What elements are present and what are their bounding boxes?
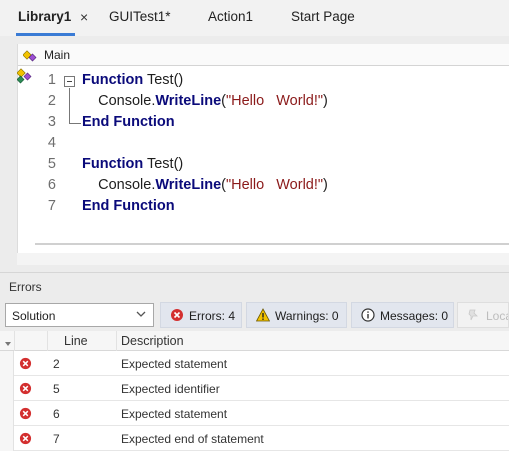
- document-tab-bar: Library1 × GUITest1* Action1 Start Page: [0, 0, 509, 36]
- horizontal-scrollbar[interactable]: [35, 243, 509, 245]
- code-text: Test(): [143, 72, 184, 88]
- code-line[interactable]: Console.WriteLine("Hello World!"): [82, 175, 328, 196]
- info-circle-icon: [361, 308, 375, 322]
- scope-selector[interactable]: Main: [18, 44, 509, 66]
- line-number: 4: [47, 135, 56, 151]
- scope-label: Main: [44, 48, 71, 62]
- errors-table-header: Line Description: [0, 331, 509, 351]
- fold-guide-end: [69, 123, 81, 124]
- cell-description: Expected end of statement: [121, 432, 264, 446]
- code-keyword: Function: [82, 156, 144, 172]
- line-number: 7: [47, 198, 56, 214]
- errors-filter-label: Errors: 4: [189, 309, 236, 323]
- function-scope-icon: [23, 50, 37, 62]
- messages-filter-button[interactable]: Messages: 0: [351, 302, 454, 328]
- line-number: 5: [47, 156, 56, 172]
- errors-table: Line Description 2 Expected statement 5 Exp…: [0, 331, 509, 451]
- error-circle-icon: [19, 382, 32, 395]
- panel-title: Errors: [9, 280, 42, 294]
- error-circle-icon: [19, 407, 32, 420]
- line-number: 6: [47, 177, 56, 193]
- error-circle-icon: [19, 432, 32, 445]
- row-selector[interactable]: [0, 426, 14, 451]
- line-number: 1: [47, 72, 56, 88]
- code-keyword: Function: [82, 72, 144, 88]
- code-keyword: End Function: [82, 198, 175, 214]
- cell-line: 5: [53, 382, 60, 396]
- table-row[interactable]: 2 Expected statement: [0, 351, 509, 376]
- warnings-filter-label: Warnings: 0: [275, 309, 339, 323]
- table-row[interactable]: 5 Expected identifier: [0, 376, 509, 401]
- code-text: Console.: [82, 177, 156, 193]
- error-circle-icon: [19, 357, 32, 370]
- warning-triangle-icon: [256, 308, 270, 322]
- pin-icon: [468, 309, 478, 321]
- row-selector[interactable]: [0, 401, 14, 426]
- code-string: "Hello World!": [225, 93, 324, 109]
- cell-description: Expected statement: [121, 357, 228, 371]
- cell-description: Expected identifier: [121, 382, 220, 396]
- errors-panel-header: Errors: [0, 272, 509, 298]
- fold-guide: [69, 88, 70, 123]
- sort-indicator-icon: [5, 342, 11, 346]
- error-circle-icon: [171, 309, 183, 321]
- messages-filter-label: Messages: 0: [380, 309, 449, 323]
- code-line[interactable]: Function Test(): [82, 154, 183, 175]
- code-text: Console.: [82, 93, 156, 109]
- cell-line: 7: [53, 432, 60, 446]
- row-selector[interactable]: [0, 376, 14, 401]
- tab-library1[interactable]: Library1: [15, 0, 76, 36]
- chevron-down-icon: [136, 311, 146, 317]
- line-number: 3: [47, 114, 56, 130]
- code-keyword: WriteLine: [155, 93, 222, 109]
- errors-filter-button[interactable]: Errors: 4: [160, 302, 242, 328]
- tab-start-page[interactable]: Start Page: [291, 0, 355, 36]
- tab-action1[interactable]: Action1: [208, 0, 253, 36]
- code-text: ): [323, 177, 328, 193]
- table-row[interactable]: 7 Expected end of statement: [0, 426, 509, 451]
- code-keyword: WriteLine: [155, 177, 222, 193]
- code-line[interactable]: End Function: [82, 112, 175, 133]
- code-line[interactable]: Console.WriteLine("Hello World!"): [82, 91, 328, 112]
- fold-toggle[interactable]: [64, 76, 75, 87]
- cell-line: 2: [53, 357, 60, 371]
- code-string: "Hello World!": [225, 177, 324, 193]
- location-label: Loca: [486, 309, 508, 323]
- scope-dropdown[interactable]: Solution: [5, 303, 154, 327]
- row-selector[interactable]: [0, 351, 14, 376]
- code-line[interactable]: Function Test(): [82, 70, 183, 91]
- cell-line: 6: [53, 407, 60, 421]
- editor-footer: [17, 253, 509, 265]
- errors-toolbar: Solution Errors: 4 Warnings: 0 Messages:…: [0, 300, 509, 330]
- scope-dropdown-value: Solution: [12, 309, 56, 323]
- tab-guitest1[interactable]: GUITest1*: [109, 0, 171, 36]
- warnings-filter-button[interactable]: Warnings: 0: [246, 302, 347, 328]
- code-text: Test(): [143, 156, 184, 172]
- code-text: ): [323, 93, 328, 109]
- close-tab-icon[interactable]: ×: [80, 0, 88, 36]
- table-row[interactable]: 6 Expected statement: [0, 401, 509, 426]
- location-button[interactable]: Loca: [457, 302, 509, 328]
- column-header-description[interactable]: Description: [121, 334, 184, 348]
- cell-description: Expected statement: [121, 407, 228, 421]
- code-line[interactable]: End Function: [82, 196, 175, 217]
- line-number: 2: [47, 93, 56, 109]
- function-scope-icon: [17, 68, 32, 84]
- code-keyword: End Function: [82, 114, 175, 130]
- column-header-line[interactable]: Line: [64, 334, 88, 348]
